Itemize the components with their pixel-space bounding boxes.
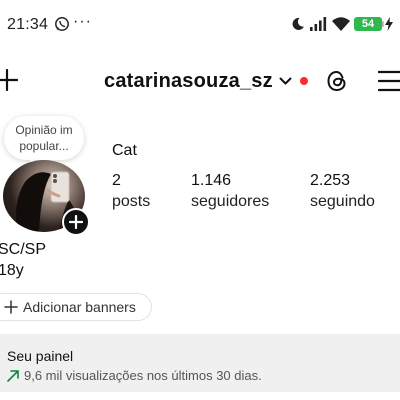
- note-text-line2: popular...: [19, 139, 69, 153]
- whatsapp-icon: [55, 17, 69, 31]
- trend-up-icon: [7, 370, 19, 382]
- add-banners-label[interactable]: Adicionar banners: [23, 299, 136, 315]
- dashboard-title[interactable]: Seu painel: [7, 348, 73, 364]
- battery-cap: [382, 21, 384, 27]
- moon-icon: [292, 17, 304, 30]
- following-label[interactable]: seguindo: [310, 193, 375, 211]
- notification-dots: ···: [73, 13, 92, 30]
- plus-icon: [4, 300, 18, 314]
- note-bubble[interactable]: Opinião im popular...: [4, 116, 84, 160]
- bio-line-age: 18y: [0, 262, 24, 279]
- profile-username[interactable]: catarinasouza_sz: [104, 70, 273, 93]
- followers-label[interactable]: seguidores: [191, 193, 269, 211]
- charging-bolt-icon: [385, 17, 393, 31]
- dashboard-views: 9,6 mil visualizações nos últimos 30 dia…: [24, 368, 262, 383]
- notification-dot: [300, 77, 308, 85]
- create-plus-icon[interactable]: [0, 69, 18, 91]
- wifi-icon: [332, 17, 350, 31]
- battery-icon: 54: [354, 17, 382, 31]
- bio-line-location: SC/SP: [0, 241, 47, 258]
- add-story-button[interactable]: [62, 208, 90, 236]
- note-text-line1: Opinião im: [15, 123, 73, 137]
- following-count[interactable]: 2.253: [310, 172, 350, 190]
- posts-count[interactable]: 2: [112, 172, 121, 190]
- menu-icon[interactable]: [378, 70, 400, 92]
- signal-icon: [310, 17, 327, 31]
- display-name: Cat: [112, 142, 137, 159]
- battery-level: 54: [361, 18, 375, 30]
- status-time: 21:34: [7, 16, 49, 33]
- followers-count[interactable]: 1.146: [191, 172, 231, 190]
- posts-label[interactable]: posts: [112, 193, 150, 211]
- threads-icon[interactable]: [325, 69, 349, 93]
- add-icon: [69, 215, 83, 229]
- chevron-down-icon[interactable]: [279, 77, 292, 86]
